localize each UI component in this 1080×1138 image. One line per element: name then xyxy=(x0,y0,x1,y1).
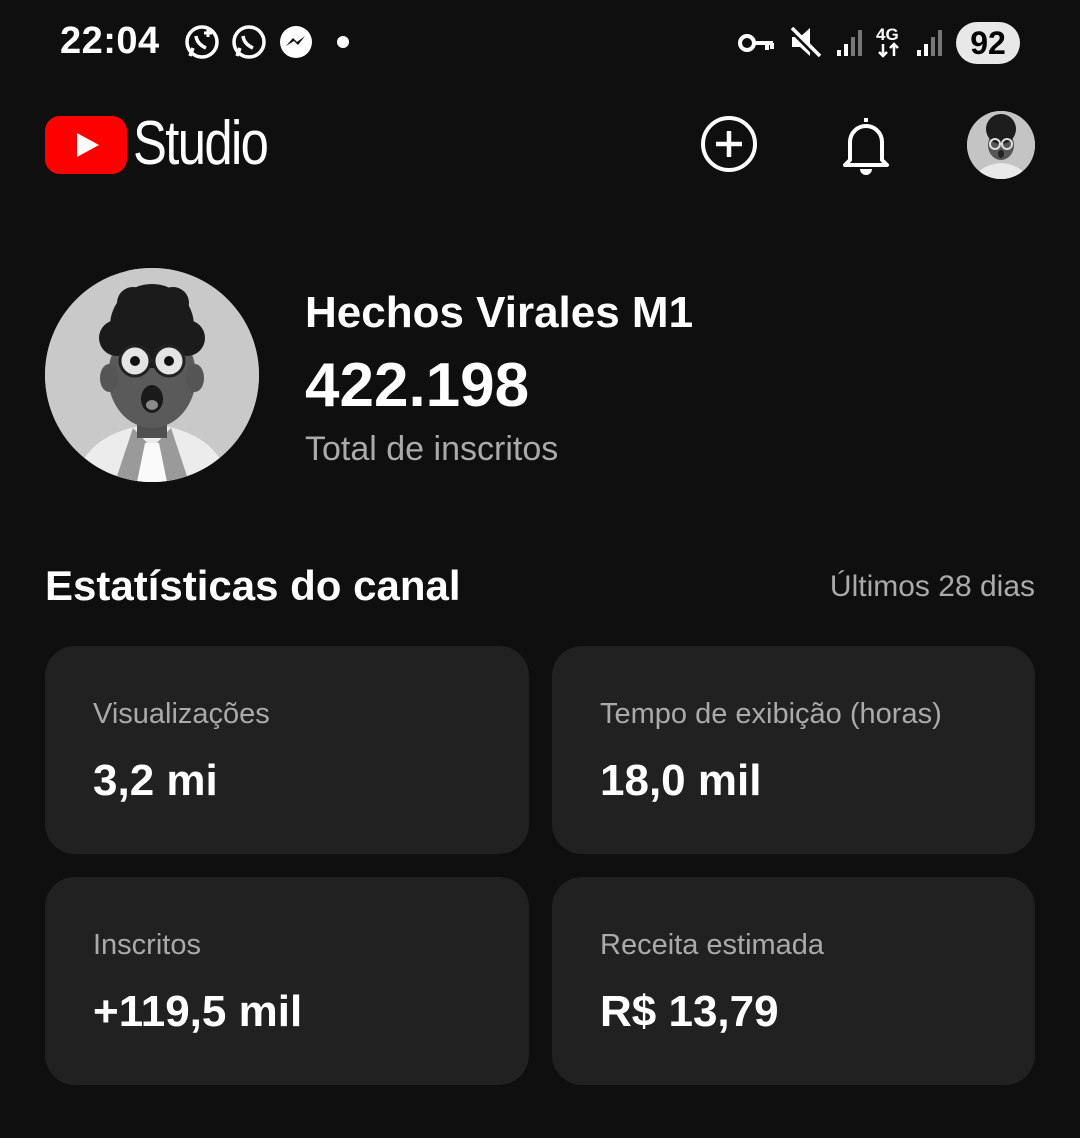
create-icon xyxy=(699,114,759,179)
channel-name: Hechos Virales M1 xyxy=(305,288,694,337)
stat-card-subscribers[interactable]: Inscritos +119,5 mil xyxy=(45,877,529,1085)
stat-label: Tempo de exibição (horas) xyxy=(600,698,942,730)
channel-avatar[interactable] xyxy=(45,268,259,482)
create-button[interactable] xyxy=(697,114,761,178)
stat-label: Inscritos xyxy=(93,929,201,961)
mute-icon xyxy=(786,22,826,62)
whatsapp-business-icon xyxy=(182,22,222,62)
app-title: Studio xyxy=(133,109,269,178)
bell-icon xyxy=(836,112,896,181)
status-bar: 22:04 4G 92 xyxy=(0,0,1080,86)
whatsapp-icon xyxy=(229,22,269,62)
account-avatar[interactable] xyxy=(967,111,1035,179)
stat-value: 3,2 mi xyxy=(93,756,218,805)
signal-icon xyxy=(913,22,953,62)
stat-value: R$ 13,79 xyxy=(600,987,779,1036)
stat-card-watch-time[interactable]: Tempo de exibição (horas) 18,0 mil xyxy=(552,646,1035,854)
notifications-button[interactable] xyxy=(834,114,898,178)
stat-label: Receita estimada xyxy=(600,929,825,961)
4g-icon: 4G xyxy=(874,22,914,62)
notification-dot xyxy=(337,36,349,48)
youtube-logo-icon[interactable] xyxy=(45,116,127,174)
stat-value: +119,5 mil xyxy=(93,987,303,1036)
svg-text:4G: 4G xyxy=(876,25,899,44)
youtube-studio-screen: 22:04 4G 92 Studio Hechos Virales M1 422… xyxy=(0,0,1080,1138)
subscriber-label: Total de inscritos xyxy=(305,430,559,468)
status-time: 22:04 xyxy=(60,20,160,62)
messenger-icon xyxy=(276,22,316,62)
app-header: Studio xyxy=(0,100,1080,196)
stat-card-revenue[interactable]: Receita estimada R$ 13,79 xyxy=(552,877,1035,1085)
signal-icon xyxy=(833,22,873,62)
section-title: Estatísticas do canal xyxy=(45,562,461,609)
stat-value: 18,0 mil xyxy=(600,756,762,805)
subscriber-count: 422.198 xyxy=(305,351,530,420)
vpn-key-icon xyxy=(736,22,776,62)
stat-label: Visualizações xyxy=(93,698,270,730)
period-label: Últimos 28 dias xyxy=(829,570,1035,603)
stat-card-views[interactable]: Visualizações 3,2 mi xyxy=(45,646,529,854)
battery-indicator: 92 xyxy=(956,22,1020,64)
